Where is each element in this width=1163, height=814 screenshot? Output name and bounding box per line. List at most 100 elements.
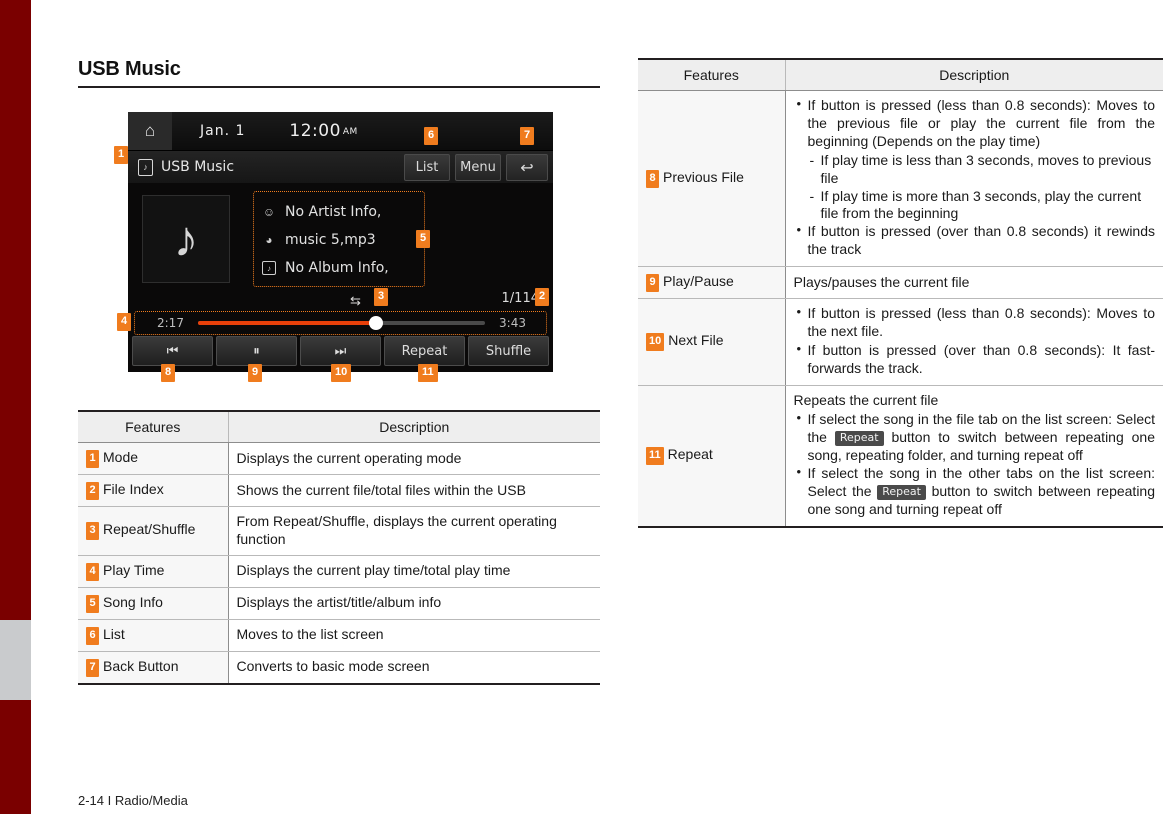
back-button-icon[interactable]: ↩ [506, 153, 548, 181]
bullet: If select the song in the file tab on th… [794, 410, 1155, 465]
play-time-current: 2:17 [157, 316, 184, 330]
usb-icon: ♪ [138, 158, 153, 176]
edge-band-gray [0, 620, 31, 700]
description-next-file: If button is pressed (less than 0.8 seco… [784, 298, 1163, 386]
repeat-indicator-icon: ⇆ [350, 293, 361, 308]
list-button[interactable]: List [404, 153, 450, 181]
progress-track[interactable] [197, 316, 486, 330]
album-art: ♪ [142, 195, 230, 283]
edge-band-red-bottom [0, 700, 31, 814]
header-features: Features [638, 58, 785, 91]
table-row: 9 Play/Pause Plays/pauses the current fil… [638, 266, 1163, 300]
previous-file-button[interactable]: ⏮ [132, 336, 213, 366]
edge-band-red-top [0, 0, 31, 620]
callout-9: 9 [248, 364, 263, 382]
feature-label: Next File [668, 332, 724, 349]
feature-previous-file: 8 Previous File [638, 90, 785, 268]
home-icon[interactable]: ⌂ [128, 112, 172, 150]
badge-number: 10 [646, 333, 665, 352]
repeat-key-badge[interactable]: Repeat [877, 485, 926, 501]
device-time: 12:00 [289, 121, 341, 141]
table-row: 3 Repeat/Shuffle From Repeat/Shuffle, disp… [78, 506, 600, 556]
feature-description: Displays the current operating mode [227, 442, 600, 475]
feature-song-info: 5 Song Info [78, 587, 228, 620]
feature-label: Play/Pause [663, 273, 734, 290]
progress-knob[interactable] [368, 316, 383, 330]
device-mode-bar: ♪ USB Music List Menu ↩ [128, 150, 553, 183]
callout-7: 7 [520, 127, 535, 145]
callout-10: 10 [331, 364, 352, 382]
person-icon: ☺ [262, 205, 276, 219]
feature-repeat-shuffle: 3 Repeat/Shuffle [78, 506, 228, 556]
bullet: If button is pressed (over than 0.8 seco… [794, 222, 1155, 259]
menu-button[interactable]: Menu [455, 153, 501, 181]
feature-label: Repeat/Shuffle [103, 521, 196, 538]
music-note-icon: ♪ [173, 211, 199, 267]
badge-number: 7 [86, 658, 99, 677]
play-pause-button[interactable]: ⏸ [216, 336, 297, 366]
callout-4: 4 [117, 313, 132, 331]
bullet: If button is pressed (less than 0.8 seco… [794, 304, 1155, 341]
callout-6: 6 [424, 127, 439, 145]
progress-fill [197, 321, 376, 325]
feature-label: Previous File [663, 169, 744, 186]
feature-mode: 1 Mode [78, 442, 228, 475]
device-play-screen: ♪ ☺ No Artist Info, ◕ music 5,mp3 ♪ No A… [128, 183, 553, 372]
badge-number: 1 [86, 450, 99, 468]
device-mode-label: USB Music [161, 159, 235, 175]
table-row: 6 List Moves to the list screen [78, 619, 600, 652]
badge-number: 5 [86, 594, 99, 613]
table-header-row: Features Description [638, 58, 1163, 91]
feature-description: Displays the current play time/total pla… [227, 555, 600, 588]
song-album: No Album Info, [285, 260, 389, 276]
badge-number: 11 [646, 447, 664, 466]
page-title: USB Music [78, 58, 181, 80]
device-date: Jan. 1 [200, 123, 246, 139]
badge-number: 2 [86, 482, 99, 500]
page-footer: 2-14 I Radio/Media [78, 793, 188, 808]
table-row: 1 Mode Displays the current operating mode [78, 442, 600, 475]
table-header-row: Features Description [78, 410, 600, 443]
file-index: 1/114 [501, 291, 539, 306]
device-status-bar: ⌂ Jan. 1 12:00 AM [128, 112, 553, 150]
feature-label: Play Time [103, 561, 165, 578]
badge-number: 8 [646, 170, 659, 189]
song-title: music 5,mp3 [285, 232, 376, 248]
header-description: Description [784, 58, 1163, 91]
bullet: If button is pressed (less than 0.8 seco… [794, 96, 1155, 151]
dash-item: If play time is more than 3 seconds, pla… [808, 188, 1156, 224]
manual-page: USB Music ⌂ Jan. 1 12:00 AM ♪ USB Music L… [0, 0, 1163, 814]
feature-play-pause: 9 Play/Pause [638, 266, 785, 300]
callout-1: 1 [114, 146, 129, 164]
repeat-button[interactable]: Repeat [384, 336, 465, 366]
description-play-pause: Plays/pauses the current file [784, 266, 1163, 300]
repeat-intro: Repeats the current file [793, 391, 939, 408]
feature-label: File Index [103, 481, 164, 497]
feature-description: Displays the artist/title/album info [227, 587, 600, 620]
table-row: 8Previous File If button is pressed (les… [638, 90, 1163, 268]
shuffle-button[interactable]: Shuffle [468, 336, 549, 366]
header-description: Description [227, 410, 600, 443]
device-ampm: AM [342, 127, 358, 137]
features-table-left: Features Description 1 Mode Displays the c… [78, 410, 600, 685]
table-row: 4 Play Time Displays the current play time… [78, 555, 600, 588]
table-row: 11Repeat Repeats the current file If sel… [638, 385, 1163, 529]
title-divider [78, 86, 600, 88]
feature-play-time: 4 Play Time [78, 555, 228, 588]
page-title-block: USB Music [78, 58, 600, 88]
callout-5: 5 [416, 230, 431, 248]
feature-label: Song Info [103, 593, 163, 610]
repeat-key-badge[interactable]: Repeat [834, 430, 884, 446]
song-artist-row: ☺ No Artist Info, [262, 198, 418, 226]
play-time-bar: 2:17 3:43 [134, 311, 547, 335]
feature-description: Moves to the list screen [227, 619, 600, 652]
feature-list: 6 List [78, 619, 228, 652]
feature-label: Mode [103, 449, 139, 465]
feature-next-file: 10 Next File [638, 298, 785, 386]
next-file-button[interactable]: ⏭ [300, 336, 381, 366]
feature-label: Back Button [103, 657, 179, 674]
feature-repeat: 11 Repeat [638, 385, 785, 529]
feature-label: Repeat [667, 446, 713, 463]
bullet: If select the song in the other tabs on … [794, 464, 1155, 519]
callout-11: 11 [418, 364, 438, 382]
